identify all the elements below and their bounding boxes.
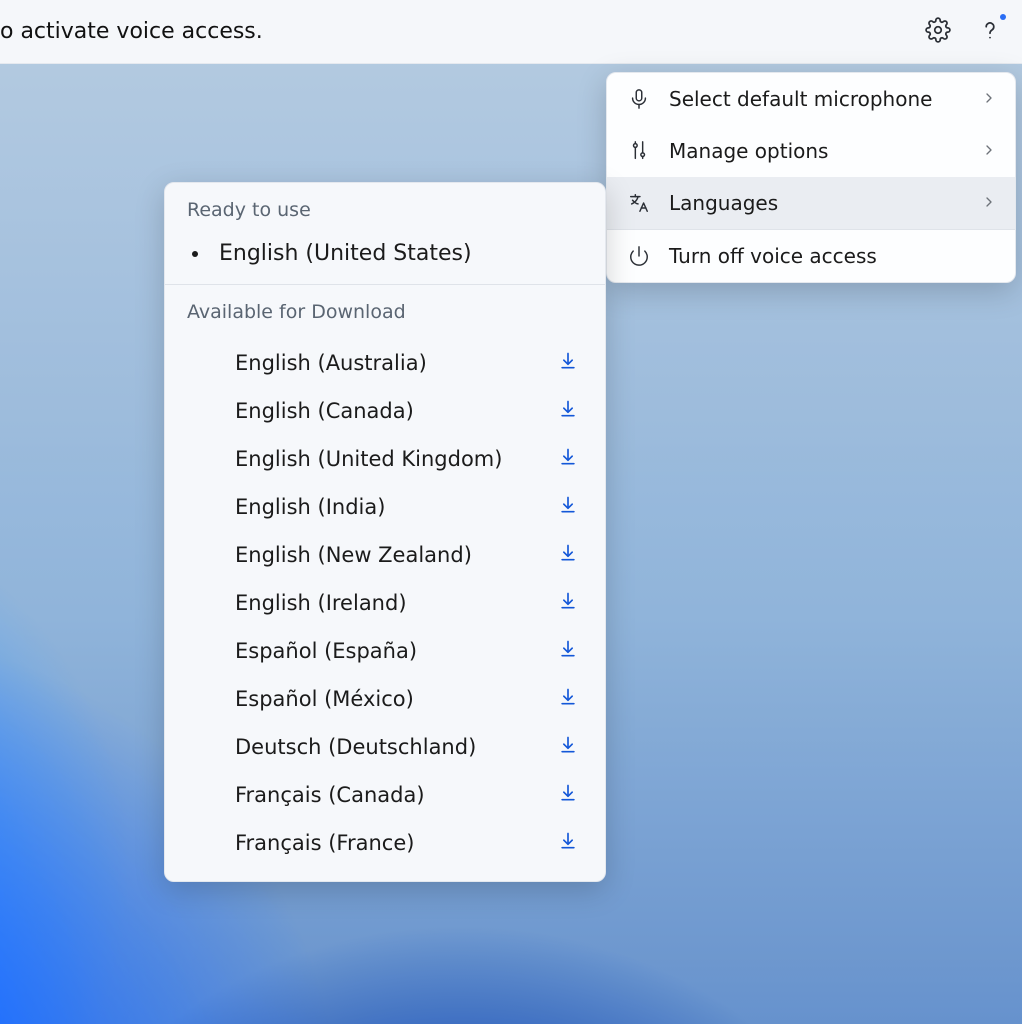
language-name: English (Australia) — [235, 351, 427, 375]
download-icon — [558, 351, 578, 376]
download-icon — [558, 783, 578, 808]
language-name: English (New Zealand) — [235, 543, 472, 567]
section-header-download: Available for Download — [165, 285, 605, 331]
language-item-current[interactable]: English (United States) — [165, 229, 605, 284]
download-button[interactable] — [557, 832, 579, 854]
download-button[interactable] — [557, 592, 579, 614]
download-icon — [558, 831, 578, 856]
language-list: English (Australia) English (Canada) — [165, 331, 605, 881]
options-icon — [627, 140, 651, 162]
language-name: Français (France) — [235, 831, 414, 855]
help-button[interactable] — [966, 8, 1014, 56]
language-name: Français (Canada) — [235, 783, 425, 807]
download-button[interactable] — [557, 784, 579, 806]
download-icon — [558, 447, 578, 472]
microphone-icon — [627, 88, 651, 110]
language-name: English (United States) — [219, 241, 583, 266]
power-icon — [627, 245, 651, 267]
selected-indicator-icon — [187, 250, 203, 258]
language-name: Español (México) — [235, 687, 414, 711]
menu-item-turn-off[interactable]: Turn off voice access — [607, 230, 1015, 282]
menu-item-label: Languages — [669, 191, 963, 215]
language-item[interactable]: English (India) — [165, 483, 605, 531]
topbar-status-text: o activate voice access. — [0, 19, 263, 44]
language-item[interactable]: Español (España) — [165, 627, 605, 675]
language-item[interactable]: English (New Zealand) — [165, 531, 605, 579]
language-item[interactable]: Deutsch (Deutschland) — [165, 723, 605, 771]
voice-access-topbar: o activate voice access. — [0, 0, 1022, 64]
download-button[interactable] — [557, 688, 579, 710]
download-button[interactable] — [557, 496, 579, 518]
language-item[interactable]: English (Canada) — [165, 387, 605, 435]
menu-item-manage-options[interactable]: Manage options — [607, 125, 1015, 177]
language-item[interactable]: Español (México) — [165, 675, 605, 723]
section-header-ready: Ready to use — [165, 183, 605, 229]
language-name: English (Canada) — [235, 399, 414, 423]
language-item[interactable]: English (Australia) — [165, 339, 605, 387]
language-item[interactable]: English (Ireland) — [165, 579, 605, 627]
download-button[interactable] — [557, 400, 579, 422]
settings-button[interactable] — [914, 8, 962, 56]
menu-item-languages[interactable]: Languages — [607, 177, 1015, 229]
download-button[interactable] — [557, 448, 579, 470]
languages-submenu: Ready to use English (United States) Ava… — [164, 182, 606, 882]
menu-item-label: Select default microphone — [669, 87, 963, 111]
language-item[interactable]: Français (France) — [165, 819, 605, 867]
settings-flyout: Select default microphone Manage options — [606, 72, 1016, 283]
download-button[interactable] — [557, 352, 579, 374]
notification-dot-icon — [1000, 14, 1006, 20]
download-icon — [558, 591, 578, 616]
download-icon — [558, 543, 578, 568]
download-button[interactable] — [557, 736, 579, 758]
download-icon — [558, 735, 578, 760]
help-icon — [977, 17, 1003, 47]
chevron-right-icon — [981, 87, 997, 111]
chevron-right-icon — [981, 139, 997, 163]
language-name: English (India) — [235, 495, 385, 519]
download-icon — [558, 495, 578, 520]
language-name: English (United Kingdom) — [235, 447, 502, 471]
language-name: English (Ireland) — [235, 591, 407, 615]
language-name: Deutsch (Deutschland) — [235, 735, 476, 759]
language-item[interactable]: Français (Canada) — [165, 771, 605, 819]
topbar-actions — [914, 8, 1014, 56]
language-icon — [627, 192, 651, 214]
download-button[interactable] — [557, 544, 579, 566]
language-item[interactable]: English (United Kingdom) — [165, 435, 605, 483]
chevron-right-icon — [981, 191, 997, 215]
download-button[interactable] — [557, 640, 579, 662]
gear-icon — [925, 17, 951, 47]
download-icon — [558, 687, 578, 712]
download-icon — [558, 639, 578, 664]
menu-item-select-microphone[interactable]: Select default microphone — [607, 73, 1015, 125]
language-name: Español (España) — [235, 639, 417, 663]
menu-item-label: Manage options — [669, 139, 963, 163]
menu-item-label: Turn off voice access — [669, 244, 997, 268]
download-icon — [558, 399, 578, 424]
